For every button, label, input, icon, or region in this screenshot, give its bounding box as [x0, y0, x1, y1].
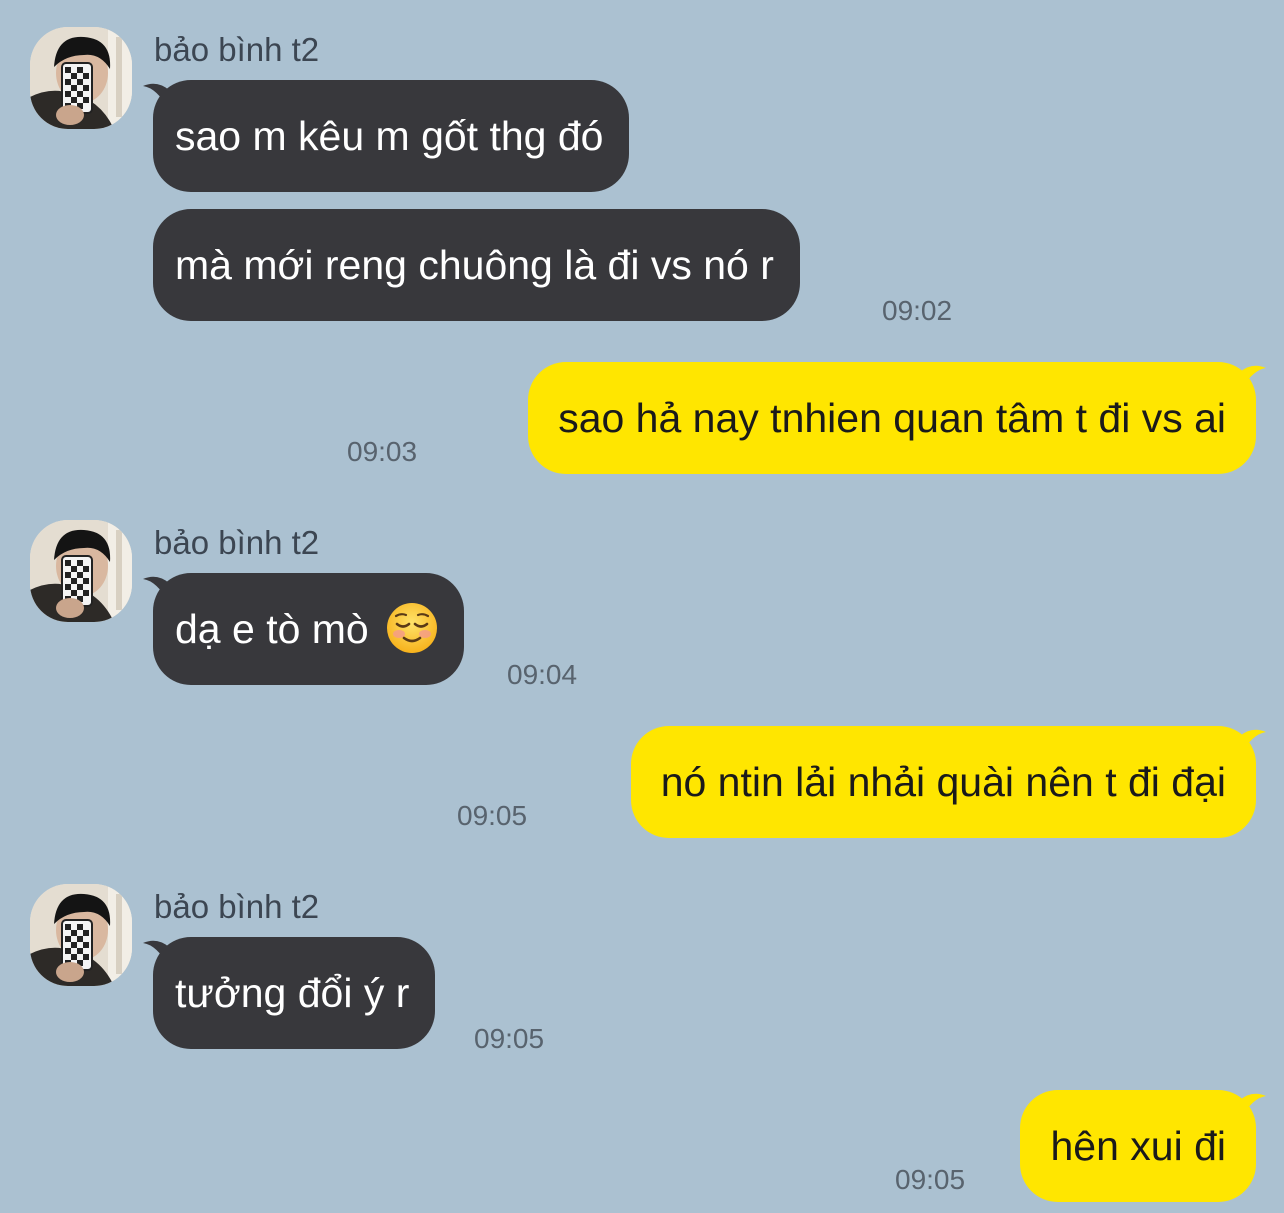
sender-name: bảo bình t2 — [154, 524, 320, 561]
sender-name: bảo bình t2 — [154, 31, 320, 68]
message-text: hên xui đi — [1050, 1123, 1226, 1169]
message-bubble-incoming[interactable]: mà mới reng chuông là đi vs nó r — [153, 209, 800, 321]
message-text: dạ e tò mò — [175, 606, 369, 652]
message-bubble-incoming[interactable]: sao m kêu m gốt thg đó — [143, 80, 630, 192]
message-timestamp: 09:04 — [507, 659, 578, 690]
message-timestamp: 09:02 — [882, 295, 953, 326]
message-text: sao m kêu m gốt thg đó — [175, 113, 604, 159]
contact-avatar[interactable] — [30, 27, 132, 129]
message-text: nó ntin lải nhải quài nên t đi đại — [660, 759, 1226, 805]
contact-avatar[interactable] — [30, 884, 132, 986]
message-timestamp: 09:05 — [457, 800, 528, 831]
message-text: sao hả nay tnhien quan tâm t đi vs ai — [558, 395, 1226, 441]
message-bubble-outgoing[interactable]: sao hả nay tnhien quan tâm t đi vs ai — [528, 362, 1266, 474]
message-text: tưởng đổi ý r — [175, 970, 410, 1016]
message-bubble-outgoing[interactable]: nó ntin lải nhải quài nên t đi đại — [630, 726, 1266, 838]
message-timestamp: 09:05 — [474, 1023, 545, 1054]
smiling-face-emoji-icon — [387, 603, 438, 654]
message-text: mà mới reng chuông là đi vs nó r — [175, 242, 774, 288]
message-bubble-incoming[interactable]: tưởng đổi ý r — [143, 937, 436, 1049]
message-timestamp: 09:03 — [347, 436, 418, 467]
contact-avatar[interactable] — [30, 520, 132, 622]
sender-name: bảo bình t2 — [154, 888, 320, 925]
message-timestamp: 09:05 — [895, 1164, 966, 1195]
message-bubble-incoming[interactable]: dạ e tò mò — [143, 573, 465, 685]
message-bubble-outgoing[interactable]: hên xui đi — [1020, 1090, 1266, 1202]
